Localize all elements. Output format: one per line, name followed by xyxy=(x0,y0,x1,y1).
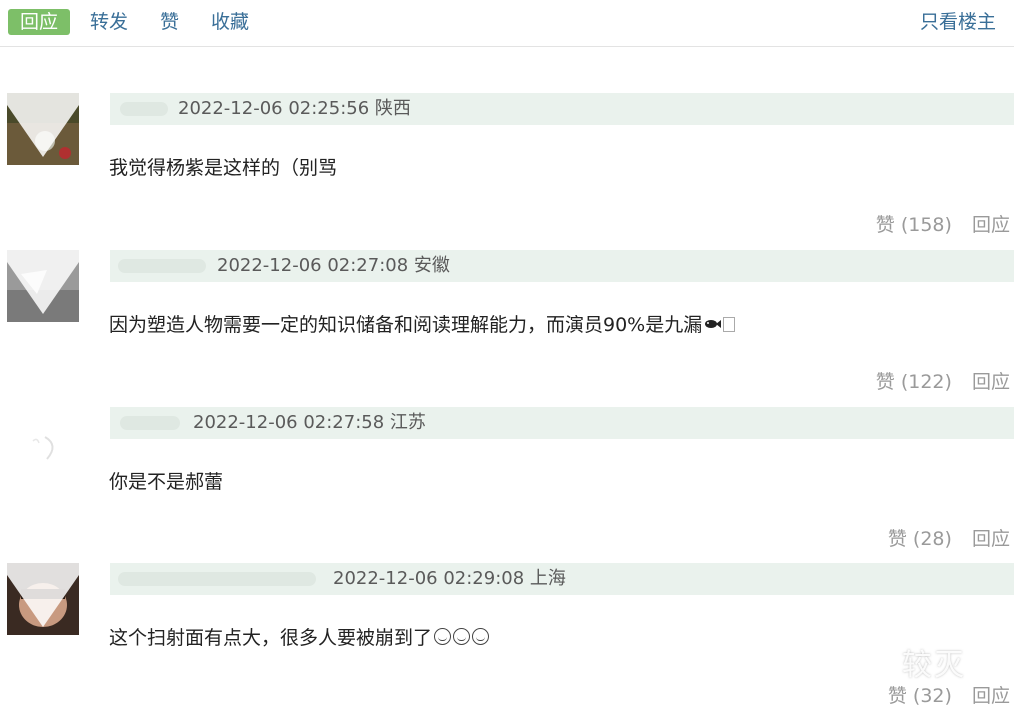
comment-location: 安徽 xyxy=(413,255,450,276)
comment-meta-bar: 2022-12-06 02:27:08 安徽 xyxy=(110,250,1014,282)
comment-timestamp: 2022-12-06 02:27:08 xyxy=(217,255,409,276)
comment-text: 因为塑造人物需要一定的知识储备和阅读理解能力，而演员90%是九漏 xyxy=(109,310,736,337)
comment-actions: 赞 (28) 回应 xyxy=(874,524,1010,551)
comment-like-button[interactable]: 赞 (158) xyxy=(876,214,952,236)
username-redacted xyxy=(120,416,180,430)
avatar-image-icon xyxy=(7,563,79,635)
grinning-emoji-icon xyxy=(453,628,471,645)
avatar-image-icon xyxy=(7,250,79,322)
comment-reply-button[interactable]: 回应 xyxy=(972,685,1010,707)
comment-location: 上海 xyxy=(529,568,566,589)
comment-actions: 赞 (32) 回应 xyxy=(874,681,1010,708)
comment-text: 我觉得杨紫是这样的（别骂 xyxy=(109,157,338,179)
comment-meta: 2022-12-06 02:27:58 江苏 xyxy=(193,411,426,435)
comment-timestamp: 2022-12-06 02:29:08 xyxy=(333,568,525,589)
comment-reply-button[interactable]: 回应 xyxy=(972,528,1010,550)
comment-timestamp: 2022-12-06 02:27:58 xyxy=(193,412,385,433)
avatar-image-icon xyxy=(7,93,79,165)
action-toolbar: 回应 转发 赞 收藏 只看楼主 xyxy=(0,0,1014,47)
forward-button[interactable]: 转发 xyxy=(86,9,132,35)
grinning-emoji-icon xyxy=(472,628,490,645)
comment-text: 你是不是郝蕾 xyxy=(109,471,224,493)
comment-location: 江苏 xyxy=(389,412,426,433)
avatar[interactable] xyxy=(7,407,79,479)
avatar[interactable] xyxy=(7,93,79,165)
comment-meta: 2022-12-06 02:25:56 陕西 xyxy=(178,97,411,121)
comment-meta-bar: 2022-12-06 02:27:58 江苏 xyxy=(110,407,1014,439)
favorite-button[interactable]: 收藏 xyxy=(207,9,253,35)
username-redacted xyxy=(118,259,206,273)
comment-reply-button[interactable]: 回应 xyxy=(972,214,1010,236)
username-redacted xyxy=(120,102,168,116)
comment-actions: 赞 (122) 回应 xyxy=(862,367,1010,394)
watermark: 较灭 xyxy=(902,648,966,683)
avatar-image-icon xyxy=(7,407,79,479)
reply-tab[interactable]: 回应 xyxy=(8,9,71,35)
comment-meta-bar: 2022-12-06 02:29:08 上海 xyxy=(110,563,1014,595)
username-redacted xyxy=(118,572,316,586)
comment-meta: 2022-12-06 02:29:08 上海 xyxy=(333,567,566,591)
fish-emoji-icon xyxy=(705,320,722,328)
comment-like-button[interactable]: 赞 (32) xyxy=(888,685,952,707)
comment-reply-button[interactable]: 回应 xyxy=(972,371,1010,393)
avatar[interactable] xyxy=(7,563,79,635)
comment-like-button[interactable]: 赞 (122) xyxy=(876,371,952,393)
comment-location: 陕西 xyxy=(374,98,411,119)
comment-like-button[interactable]: 赞 (28) xyxy=(888,528,952,550)
comment-text-body: 因为塑造人物需要一定的知识储备和阅读理解能力，而演员90%是九漏 xyxy=(109,314,703,336)
like-button[interactable]: 赞 xyxy=(156,9,183,35)
missing-glyph-icon xyxy=(723,317,736,332)
avatar[interactable] xyxy=(7,250,79,322)
comment-text: 这个扫射面有点大，很多人要被崩到了 xyxy=(109,623,490,650)
comment-meta-bar: 2022-12-06 02:25:56 陕西 xyxy=(110,93,1014,125)
comment-meta: 2022-12-06 02:27:08 安徽 xyxy=(217,254,450,278)
comment-actions: 赞 (158) 回应 xyxy=(862,210,1010,237)
comment-timestamp: 2022-12-06 02:25:56 xyxy=(178,98,370,119)
op-only-button[interactable]: 只看楼主 xyxy=(916,9,1000,35)
grinning-emoji-icon xyxy=(434,628,452,645)
comment-text-body: 这个扫射面有点大，很多人要被崩到了 xyxy=(109,627,433,649)
